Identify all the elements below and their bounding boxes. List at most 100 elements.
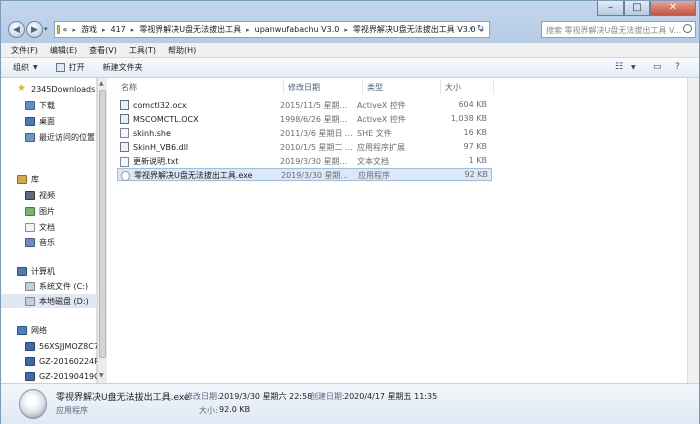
file-type: ActiveX 控件 xyxy=(357,101,406,110)
file-row-selected[interactable]: 零视界解决U盘无法拔出工具.exe 2019/3/30 星期... 应用程序 9… xyxy=(117,168,492,181)
nav-item-recent[interactable]: 最近访问的位置 xyxy=(1,130,97,144)
network-computer-icon xyxy=(25,341,35,351)
back-button[interactable]: ◀ xyxy=(8,21,25,38)
file-size: 16 KB xyxy=(463,128,487,137)
nav-item-pictures[interactable]: 图片 xyxy=(1,204,97,218)
document-icon xyxy=(25,222,35,232)
nav-label: 56XSJJMOZ8C7 xyxy=(39,341,97,351)
breadcrumb-item[interactable]: 417 xyxy=(110,25,125,34)
nav-favorites[interactable]: ★ 2345Downloads xyxy=(1,82,97,96)
desktop-icon xyxy=(25,116,35,126)
recent-pages-dropdown[interactable]: ▾ xyxy=(44,25,52,35)
organize-button[interactable]: 组织 ▼ xyxy=(13,62,38,73)
address-bar[interactable]: « ▸ 游戏 ▸ 417 ▸ 零视界解决U盘无法拔出工具 ▸ upanwufab… xyxy=(54,21,490,38)
scroll-down-icon[interactable]: ▼ xyxy=(99,372,104,379)
help-icon[interactable]: ? xyxy=(675,62,680,72)
star-icon: ★ xyxy=(17,83,26,94)
address-dropdown-icon[interactable]: ▾ xyxy=(469,25,473,33)
menu-tools[interactable]: 工具(T) xyxy=(129,45,156,56)
refresh-icon[interactable]: ↻ xyxy=(474,23,487,36)
nav-label: 下载 xyxy=(39,100,55,110)
column-header-name[interactable]: 名称 xyxy=(121,82,137,93)
menu-help[interactable]: 帮助(H) xyxy=(168,45,196,56)
file-name: comctl32.ocx xyxy=(133,100,187,110)
breadcrumb-item[interactable]: 游戏 xyxy=(81,24,97,35)
preview-pane-icon[interactable]: ▭ xyxy=(653,62,662,72)
maximize-button[interactable]: □ xyxy=(624,1,650,16)
nav-label: GZ-20160224PA xyxy=(39,356,97,366)
details-file-name: 零视界解决U盘无法拔出工具.exe xyxy=(56,393,190,403)
file-date: 2010/1/5 星期二 ... xyxy=(280,143,353,152)
nav-computer[interactable]: 计算机 xyxy=(1,264,97,278)
file-size: 97 KB xyxy=(463,142,487,151)
command-bar: 组织 ▼ 打开 新建文件夹 ☷ ▼ ▭ ? xyxy=(1,58,699,78)
file-type: SHE 文件 xyxy=(357,129,392,138)
open-button[interactable]: 打开 xyxy=(55,62,85,73)
breadcrumb-item[interactable]: 零视界解决U盘无法拔出工具 xyxy=(139,24,241,35)
column-header-size[interactable]: 大小 xyxy=(445,82,461,93)
nav-label: 网络 xyxy=(31,325,47,335)
menu-view[interactable]: 查看(V) xyxy=(89,45,117,56)
nav-network[interactable]: 网络 xyxy=(1,323,97,337)
file-type: 应用程序 xyxy=(358,171,390,180)
computer-icon xyxy=(17,266,27,276)
nav-item-drive-c[interactable]: 系统文件 (C:) xyxy=(1,279,97,293)
video-icon xyxy=(25,190,35,200)
open-icon xyxy=(55,63,65,72)
picture-icon xyxy=(25,206,35,216)
search-input[interactable]: 搜索 零视界解决U盘无法拔出工具 V... xyxy=(541,21,696,38)
nav-label: 系统文件 (C:) xyxy=(39,281,89,291)
exe-file-icon xyxy=(19,389,47,419)
scrollbar-thumb[interactable] xyxy=(99,90,106,358)
navigation-pane: ★ 2345Downloads 下载 桌面 最近访问的位置 库 视频 图片 文档… xyxy=(1,78,97,383)
breadcrumb-item[interactable]: 零视界解决U盘无法拔出工具 V3.0 xyxy=(353,24,476,35)
new-folder-button[interactable]: 新建文件夹 xyxy=(103,62,143,73)
details-created-value: 2020/4/17 星期五 11:35 xyxy=(344,392,438,401)
nav-item-documents[interactable]: 文档 xyxy=(1,220,97,234)
nav-item-desktop[interactable]: 桌面 xyxy=(1,114,97,128)
view-options-icon[interactable]: ☷ xyxy=(615,62,623,72)
file-date: 1998/6/26 星期... xyxy=(280,115,348,124)
search-icon[interactable] xyxy=(683,24,692,33)
minimize-button[interactable]: – xyxy=(597,1,624,16)
file-name: SkinH_VB6.dll xyxy=(133,142,189,152)
nav-libraries[interactable]: 库 xyxy=(1,172,97,186)
nav-item-network-pc[interactable]: GZ-20160224PA xyxy=(1,354,97,368)
menu-edit[interactable]: 编辑(E) xyxy=(50,45,77,56)
column-header-date[interactable]: 修改日期 xyxy=(288,82,320,93)
nav-pane-scrollbar[interactable]: ▲ ▼ xyxy=(97,78,107,383)
details-file-type: 应用程序 xyxy=(56,406,88,415)
file-row[interactable]: MSCOMCTL.OCX 1998/6/26 星期... ActiveX 控件 … xyxy=(117,113,492,126)
breadcrumb-overflow[interactable]: « xyxy=(63,25,68,34)
column-divider[interactable] xyxy=(440,80,441,94)
breadcrumb-item[interactable]: upanwufabachu V3.0 xyxy=(255,25,340,34)
breadcrumb-separator: ▸ xyxy=(130,25,135,34)
file-row[interactable]: 更新说明.txt 2019/3/30 星期... 文本文档 1 KB xyxy=(117,155,492,168)
download-folder-icon xyxy=(25,100,35,110)
file-row[interactable]: comctl32.ocx 2015/11/5 星期... ActiveX 控件 … xyxy=(117,99,492,112)
nav-item-network-pc[interactable]: 56XSJJMOZ8C7 xyxy=(1,339,97,353)
file-list-scrollbar[interactable] xyxy=(687,78,699,383)
scroll-up-icon[interactable]: ▲ xyxy=(99,80,104,87)
column-header-type[interactable]: 类型 xyxy=(367,82,383,93)
forward-button[interactable]: ▶ xyxy=(26,21,43,38)
details-size-value: 92.0 KB xyxy=(219,405,251,414)
view-dropdown-icon[interactable]: ▼ xyxy=(631,64,636,71)
nav-label: 最近访问的位置 xyxy=(39,132,95,142)
details-modified-value: 2019/3/30 星期六 22:58 xyxy=(219,392,313,401)
network-computer-icon xyxy=(25,356,35,366)
column-divider[interactable] xyxy=(283,80,284,94)
breadcrumb-separator: ▸ xyxy=(72,25,76,34)
file-type: 文本文档 xyxy=(357,157,389,166)
menu-file[interactable]: 文件(F) xyxy=(11,45,38,56)
nav-item-network-pc[interactable]: GZ-20190419O xyxy=(1,369,97,383)
file-row[interactable]: skinh.she 2011/3/6 星期日 ... SHE 文件 16 KB xyxy=(117,127,492,140)
column-divider[interactable] xyxy=(493,80,494,94)
column-divider[interactable] xyxy=(362,80,363,94)
nav-item-videos[interactable]: 视频 xyxy=(1,188,97,202)
file-row[interactable]: SkinH_VB6.dll 2010/1/5 星期二 ... 应用程序扩展 97… xyxy=(117,141,492,154)
nav-item-drive-d[interactable]: 本地磁盘 (D:) xyxy=(1,294,97,308)
nav-item-downloads[interactable]: 下载 xyxy=(1,98,97,112)
nav-item-music[interactable]: 音乐 xyxy=(1,235,97,249)
close-button[interactable]: ✕ xyxy=(650,1,696,16)
